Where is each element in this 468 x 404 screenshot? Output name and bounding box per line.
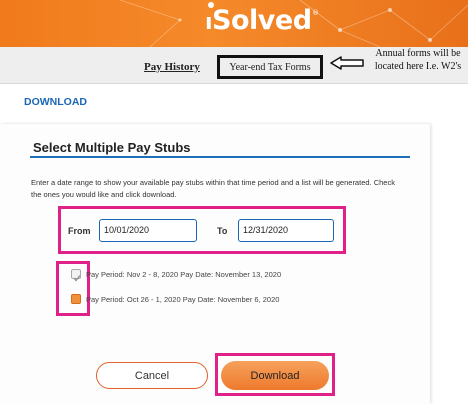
download-link[interactable]: DOWNLOAD [24, 96, 87, 108]
from-label: From [68, 226, 91, 236]
from-date-input[interactable]: 10/01/2020 [99, 219, 197, 242]
app-header: ıSolved ® [0, 0, 468, 47]
tab-year-end-tax-forms[interactable]: Year-end Tax Forms [217, 55, 323, 79]
check-icon [73, 275, 81, 282]
cancel-button[interactable]: Cancel [96, 362, 208, 389]
title-divider [30, 156, 410, 158]
panel-title: Select Multiple Pay Stubs [33, 140, 191, 155]
pay-period-label-2: Pay Period: Oct 26 - 1, 2020 Pay Date: N… [86, 295, 280, 304]
tab-pay-history[interactable]: Pay History [144, 61, 200, 73]
isolved-logo: ıSolved ® [205, 2, 319, 36]
pay-period-checkbox-1[interactable] [71, 269, 81, 282]
to-label: To [217, 226, 228, 236]
pay-period-label-1: Pay Period: Nov 2 - 8, 2020 Pay Date: No… [86, 270, 282, 279]
instructions-text: Enter a date range to show your availabl… [31, 178, 395, 199]
download-button[interactable]: Download [221, 361, 329, 390]
annotation-note: Annual forms will be located here I.e. W… [374, 48, 462, 72]
pay-period-checkbox-2[interactable] [71, 294, 81, 304]
left-arrow-icon [330, 56, 364, 70]
to-date-input[interactable]: 12/31/2020 [238, 219, 334, 242]
